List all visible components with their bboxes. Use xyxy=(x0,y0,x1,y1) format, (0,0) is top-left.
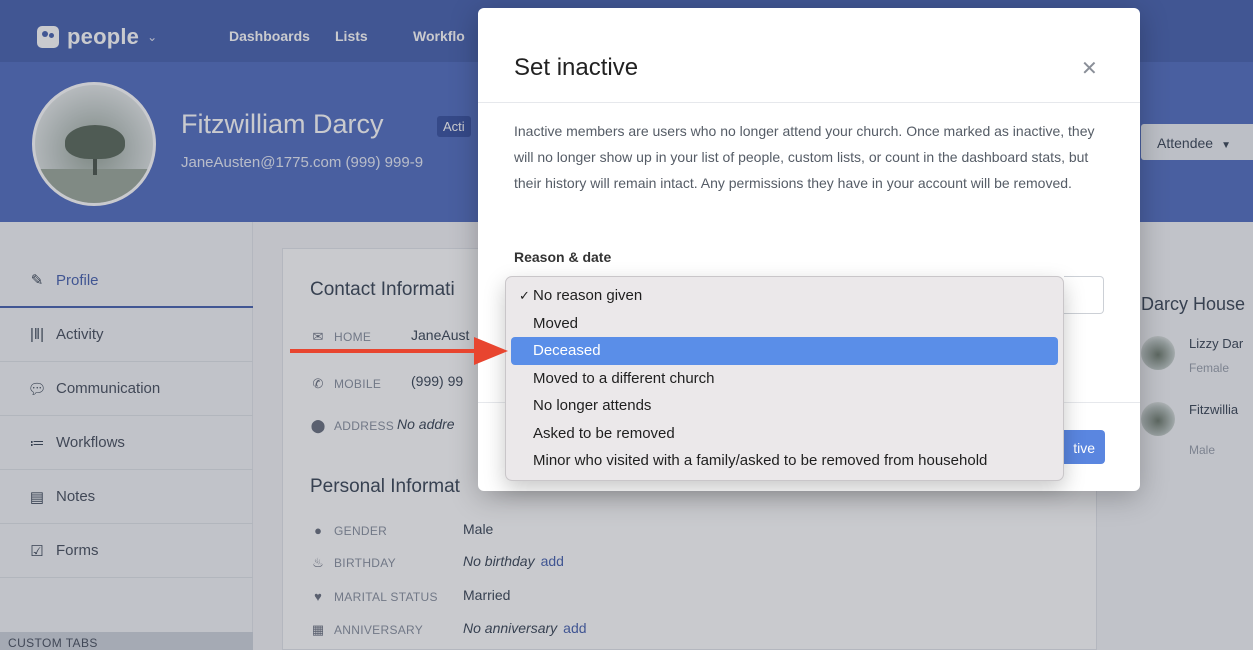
dropdown-option-label: Deceased xyxy=(533,342,601,360)
checkmark-icon: ✓ xyxy=(519,287,530,303)
reason-select-dropdown[interactable]: ✓ No reason given Moved Deceased Moved to a … xyxy=(505,276,1064,481)
dropdown-option[interactable]: Minor who visited with a family/asked to… xyxy=(511,447,1058,475)
dropdown-option[interactable]: Moved xyxy=(511,310,1058,338)
dropdown-option-label: No reason given xyxy=(533,287,643,305)
dropdown-option-label: Asked to be removed xyxy=(533,424,675,442)
dropdown-option[interactable]: Deceased xyxy=(511,337,1058,365)
dropdown-option-label: Moved to a different church xyxy=(533,369,715,387)
dropdown-option-label: No longer attends xyxy=(533,397,652,415)
dropdown-option[interactable]: Moved to a different church xyxy=(511,365,1058,393)
dropdown-option[interactable]: Asked to be removed xyxy=(511,420,1058,448)
dropdown-option-label: Minor who visited with a family/asked to… xyxy=(533,452,988,470)
modal-title: Set inactive xyxy=(514,54,639,81)
close-icon[interactable]: ✕ xyxy=(1081,56,1098,81)
dropdown-option[interactable]: No longer attends xyxy=(511,392,1058,420)
date-field[interactable] xyxy=(1064,276,1104,314)
reason-date-label: Reason & date xyxy=(514,249,612,265)
modal-description: Inactive members are users who no longer… xyxy=(514,123,1095,191)
dropdown-option[interactable]: ✓ No reason given xyxy=(511,282,1058,310)
dropdown-option-label: Moved xyxy=(533,314,579,332)
divider xyxy=(478,102,1140,103)
